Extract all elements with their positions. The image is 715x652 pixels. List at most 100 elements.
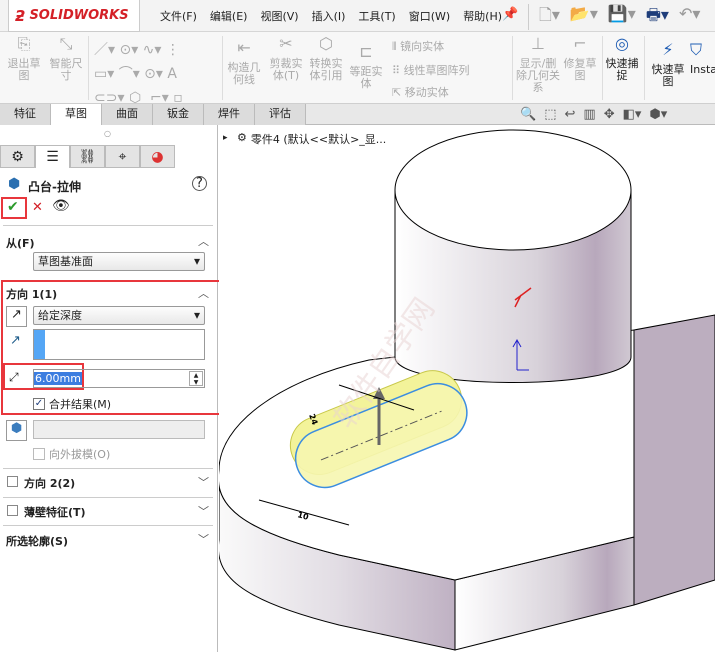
linear-pattern-button[interactable]: ⠿ 线性草图阵列 xyxy=(392,62,470,78)
graphics-area[interactable]: ▸ ⚙ 零件4 (默认<<默认>_显... 10 24 软件自学网 xyxy=(219,125,715,652)
color-wheel-icon: ◕ xyxy=(151,149,164,165)
quick-snap-button[interactable]: ◎ 快速捕捉 xyxy=(604,34,640,82)
label: 移动实体 xyxy=(404,86,449,99)
property-manager-tab[interactable]: ☰ xyxy=(35,145,70,168)
save-icon[interactable]: 💾▾ xyxy=(608,4,636,30)
menu-insert[interactable]: 插入(I) xyxy=(312,8,346,24)
sketch-entity-tools[interactable]: ／▾ ⊙▾ ∿▾ ⋮ ▭▾ ⌒▾ ⊙▾ A ⊂⊃▾ ⬡ ⌐▾ ▫ xyxy=(94,38,219,110)
direction2-label[interactable]: 方向 2(2) xyxy=(24,475,75,491)
offset-button[interactable]: ⊏ 等距实体 xyxy=(348,42,384,90)
selected-contours-label[interactable]: 所选轮廓(S) xyxy=(6,533,68,549)
thin-feature-checkbox[interactable] xyxy=(7,505,18,516)
hide-show-icon[interactable]: ⬢▾ xyxy=(649,107,667,122)
exit-sketch-icon: ⎘ xyxy=(17,34,31,53)
convert-entities-button[interactable]: ⬡ 转换实体引用 xyxy=(308,36,344,82)
relations-button[interactable]: ⊥ 显示/删除几何关系 xyxy=(516,36,560,94)
ok-button[interactable]: ✔ xyxy=(7,199,19,215)
solidworks-logo[interactable]: ƻ SOLIDWORKS xyxy=(8,0,140,32)
label: Insta xyxy=(690,63,715,76)
configuration-tab[interactable]: ⛓ xyxy=(70,145,105,168)
display-manager-tab[interactable]: ◕ xyxy=(140,145,175,168)
depth-input[interactable]: 6.00mm ▲ ▼ xyxy=(33,369,205,388)
label: 线性草图阵列 xyxy=(403,64,470,77)
heads-up-toolbar: 🔍 ⬚ ↩ ▥ ✥ ◧▾ ⬢▾ xyxy=(520,107,667,122)
menu-edit[interactable]: 编辑(E) xyxy=(210,8,248,24)
draft-button[interactable]: ⬢ xyxy=(6,420,27,441)
display-style-icon[interactable]: ◧▾ xyxy=(623,107,642,122)
cancel-button[interactable]: ✕ xyxy=(32,200,43,215)
zoom-fit-icon[interactable]: 🔍 xyxy=(520,107,536,122)
rapid-sketch-icon: ⚡ xyxy=(662,40,674,59)
tab-features[interactable]: 特征 xyxy=(0,104,51,125)
merge-label: 合并结果(M) xyxy=(49,398,112,411)
thin-feature-label[interactable]: 薄壁特征(T) xyxy=(24,504,86,520)
splitter-handle[interactable]: ○ xyxy=(104,129,111,138)
dimxpert-tab[interactable]: ⌖ xyxy=(105,145,140,168)
property-manager: ○ ⚙ ☰ ⛓ ⌖ ◕ ⬢ 凸台-拉伸 ? ✔ ✕ 👁 从(F) ︿ 草图基准面… xyxy=(0,125,227,652)
construction-geometry-button[interactable]: ⇤ 构造几何线 xyxy=(226,40,262,86)
help-icon[interactable]: ? xyxy=(192,176,207,191)
feature-tree-tab[interactable]: ⚙ xyxy=(0,145,35,168)
preview-eye-button[interactable]: 👁 xyxy=(52,198,70,214)
menu-view[interactable]: 视图(V) xyxy=(260,8,298,24)
open-icon[interactable]: 📂▾ xyxy=(570,4,598,30)
dimension-icon: ⤡ xyxy=(59,34,73,53)
smart-dimension-button[interactable]: ⤡ 智能尺寸 xyxy=(48,34,84,82)
direction-vector-field[interactable] xyxy=(33,329,205,360)
undo-icon[interactable]: ↶▾ xyxy=(679,4,700,30)
repair-sketch-button[interactable]: ⌐ 修复草图 xyxy=(562,34,598,82)
end-condition-select[interactable]: 给定深度 xyxy=(33,306,205,325)
collapse-icon[interactable]: ︿ xyxy=(198,285,209,301)
print-icon[interactable]: 🖶▾ xyxy=(646,4,669,30)
merge-result-checkbox[interactable]: ✓ 合并结果(M) xyxy=(33,396,111,412)
tab-weldments[interactable]: 焊件 xyxy=(204,104,255,125)
label: 显示/删除几何关系 xyxy=(516,57,560,94)
depth-spinner[interactable]: ▲ ▼ xyxy=(189,371,203,386)
title-bar: ƻ SOLIDWORKS 文件(F) 编辑(E) 视图(V) 插入(I) 工具(T… xyxy=(0,0,715,32)
tab-sketch[interactable]: 草图 xyxy=(51,104,102,125)
brand-text: SOLIDWORKS xyxy=(29,8,129,23)
section-view-icon[interactable]: ▥ xyxy=(583,107,595,122)
direction1-label: 方向 1(1) xyxy=(6,288,58,301)
mirror-button[interactable]: ⫴ 镜向实体 xyxy=(392,38,444,54)
label: 剪裁实体(T) xyxy=(269,57,303,82)
expand-icon[interactable]: ﹀ xyxy=(198,474,209,490)
snap-icon: ◎ xyxy=(615,34,629,53)
draft-outward-checkbox[interactable]: 向外拔模(O) xyxy=(33,446,110,462)
tab-sheet-metal[interactable]: 钣金 xyxy=(153,104,204,125)
rapid-sketch-button[interactable]: ⚡ 快速草图 xyxy=(648,40,688,88)
base-right-face xyxy=(633,314,715,606)
expand-icon[interactable]: ﹀ xyxy=(198,503,209,519)
zoom-area-icon[interactable]: ⬚ xyxy=(544,107,556,122)
menu-window[interactable]: 窗口(W) xyxy=(409,8,450,24)
view-orientation-icon[interactable]: ✥ xyxy=(604,107,615,122)
crosshair-icon: ⌖ xyxy=(118,149,127,165)
previous-view-icon[interactable]: ↩ xyxy=(564,107,575,122)
from-select[interactable]: 草图基准面 xyxy=(33,252,205,271)
checkbox-unchecked[interactable] xyxy=(33,448,45,460)
instant2d-button[interactable]: ⛉ Insta xyxy=(690,42,715,76)
new-icon[interactable]: 🗋▾ xyxy=(539,4,560,30)
menu-help[interactable]: 帮助(H) xyxy=(463,8,502,24)
draft-angle-input[interactable] xyxy=(33,420,205,439)
offset-icon: ⊏ xyxy=(359,42,373,61)
reverse-direction-button[interactable]: ↗ xyxy=(6,306,27,327)
model-view: 10 24 软件自学网 xyxy=(219,129,715,651)
direction2-checkbox[interactable] xyxy=(7,476,18,487)
tab-evaluate[interactable]: 评估 xyxy=(255,104,306,125)
pin-icon[interactable]: 📌 xyxy=(502,7,518,22)
menu-file[interactable]: 文件(F) xyxy=(160,8,197,24)
configuration-icon: ⛓ xyxy=(78,149,97,165)
expand-icon[interactable]: ﹀ xyxy=(198,531,209,547)
menu-tools[interactable]: 工具(T) xyxy=(358,8,395,24)
collapse-icon[interactable]: ︿ xyxy=(198,233,209,249)
repair-icon: ⌐ xyxy=(573,34,587,53)
tab-surfaces[interactable]: 曲面 xyxy=(102,104,153,125)
move-button[interactable]: ⇱ 移动实体 xyxy=(392,84,449,100)
feature-title: 凸台-拉伸 xyxy=(28,180,81,194)
checkbox-checked[interactable]: ✓ xyxy=(33,398,45,410)
trim-button[interactable]: ✂ 剪裁实体(T) xyxy=(268,36,304,82)
exit-sketch-button[interactable]: ⎘ 退出草图 xyxy=(6,34,42,82)
label: 快速捕捉 xyxy=(605,57,639,82)
label: 等距实体 xyxy=(349,65,383,90)
